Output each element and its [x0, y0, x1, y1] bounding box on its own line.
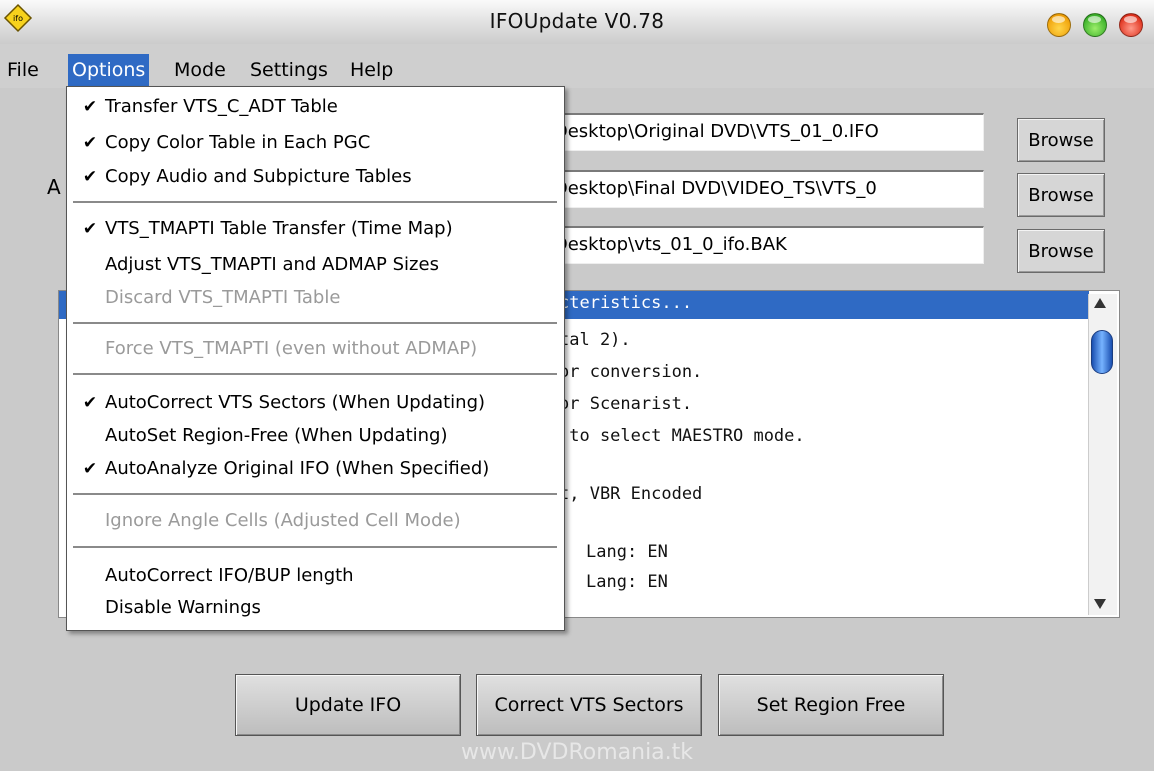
scroll-up-arrow-icon[interactable] — [1094, 298, 1106, 308]
menu-option-tmapti-transfer[interactable]: ✔ VTS_TMAPTI Table Transfer (Time Map) — [67, 213, 564, 245]
menu-separator — [73, 546, 557, 548]
menu-settings[interactable]: Settings — [246, 54, 332, 86]
checkmark-icon: ✔ — [82, 97, 98, 117]
menu-option-force-tmapti[interactable]: Force VTS_TMAPTI (even without ADMAP) — [67, 333, 564, 365]
menu-option-ignore-angle-cells[interactable]: Ignore Angle Cells (Adjusted Cell Mode) — [67, 505, 564, 537]
menu-separator — [73, 373, 557, 375]
menu-help[interactable]: Help — [346, 54, 397, 86]
menu-option-autocorrect-ifo-bup[interactable]: AutoCorrect IFO/BUP length — [67, 560, 564, 592]
menu-option-discard-tmapti[interactable]: Discard VTS_TMAPTI Table — [67, 282, 564, 314]
menu-option-copy-color-table[interactable]: ✔ Copy Color Table in Each PGC — [67, 127, 564, 159]
window-title: IFOUpdate V0.78 — [489, 9, 665, 33]
close-button[interactable] — [1119, 13, 1143, 37]
browse-final-button[interactable]: Browse — [1017, 173, 1105, 217]
menu-option-transfer-vts-c-adt[interactable]: ✔ Transfer VTS_C_ADT Table — [67, 91, 564, 123]
log-line: Lang: EN — [586, 542, 668, 562]
menu-option-autoanalyze-original[interactable]: ✔ AutoAnalyze Original IFO (When Specifi… — [67, 453, 564, 485]
log-line: cteristics... — [559, 293, 693, 313]
log-line: tal 2). — [559, 330, 631, 350]
menu-option-autoset-region-free[interactable]: AutoSet Region-Free (When Updating) — [67, 420, 564, 452]
title-bar[interactable]: ifo IFOUpdate V0.78 — [0, 0, 1154, 44]
browse-original-button[interactable]: Browse — [1017, 118, 1105, 162]
set-region-free-button[interactable]: Set Region Free — [718, 674, 944, 736]
menu-option-autocorrect-vts-sectors[interactable]: ✔ AutoCorrect VTS Sectors (When Updating… — [67, 387, 564, 419]
menu-option-adjust-tmapti-admap[interactable]: Adjust VTS_TMAPTI and ADMAP Sizes — [67, 249, 564, 281]
log-line: Lang: EN — [586, 572, 668, 592]
options-dropdown-menu: ✔ Transfer VTS_C_ADT Table ✔ Copy Color … — [66, 86, 565, 631]
checkmark-icon: ✔ — [82, 133, 98, 153]
log-line: to select MAESTRO mode. — [559, 426, 805, 446]
scroll-thumb[interactable] — [1091, 330, 1113, 374]
menu-separator — [73, 201, 557, 203]
final-ifo-path-input[interactable]: ius\Desktop\Final DVD\VIDEO_TS\VTS_0 — [520, 170, 984, 208]
menu-mode[interactable]: Mode — [170, 54, 230, 86]
field-label: A — [47, 175, 61, 199]
watermark: www.DVDRomania.tk — [460, 740, 694, 765]
update-ifo-button[interactable]: Update IFO — [235, 674, 461, 736]
log-line: or conversion. — [559, 362, 703, 382]
browse-backup-button[interactable]: Browse — [1017, 229, 1105, 273]
menu-option-copy-audio-subpicture[interactable]: ✔ Copy Audio and Subpicture Tables — [67, 161, 564, 193]
original-ifo-path-input[interactable]: ius\Desktop\Original DVD\VTS_01_0.IFO — [520, 113, 984, 151]
menu-bar: File Options Mode Settings Help — [0, 54, 1154, 86]
maximize-button[interactable] — [1083, 13, 1107, 37]
checkmark-icon: ✔ — [82, 167, 98, 187]
menu-option-disable-warnings[interactable]: Disable Warnings — [67, 592, 564, 624]
checkmark-icon: ✔ — [82, 459, 98, 479]
app-window: ifo IFOUpdate V0.78 File Options Mode Se… — [0, 0, 1154, 771]
checkmark-icon: ✔ — [82, 393, 98, 413]
checkmark-icon: ✔ — [82, 219, 98, 239]
log-scrollbar[interactable] — [1088, 294, 1117, 615]
menu-separator — [73, 493, 557, 495]
menu-options[interactable]: Options — [68, 54, 150, 86]
menu-separator — [73, 322, 557, 324]
minimize-button[interactable] — [1047, 13, 1071, 37]
log-line: or Scenarist. — [559, 394, 693, 414]
backup-path-input[interactable]: ius\Desktop\vts_01_0_ifo.BAK — [520, 226, 984, 264]
correct-vts-sectors-button[interactable]: Correct VTS Sectors — [476, 674, 702, 736]
menu-file[interactable]: File — [3, 54, 43, 86]
scroll-down-arrow-icon[interactable] — [1094, 599, 1106, 609]
log-line: t, VBR Encoded — [559, 484, 703, 504]
